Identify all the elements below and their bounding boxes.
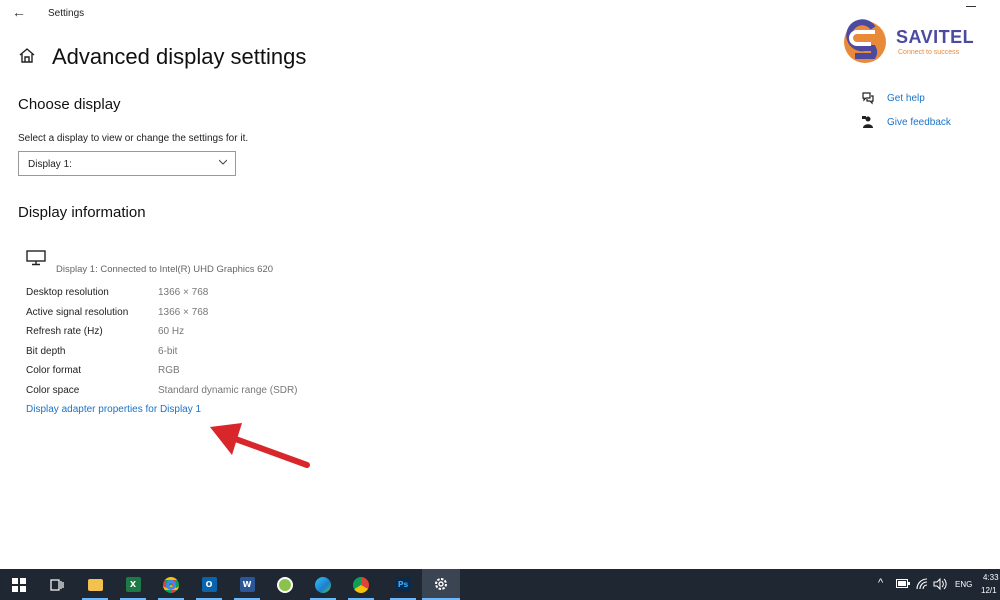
logo-name: SAVITEL [896,27,975,47]
outlook-button[interactable]: O [190,569,228,600]
info-value: 1366 × 768 [158,307,209,318]
monitor-icon [26,250,46,266]
language-indicator[interactable]: ENG [955,580,972,589]
info-label: Bit depth [26,346,66,357]
info-value: Standard dynamic range (SDR) [158,385,298,396]
file-explorer-icon [87,578,103,591]
clock-date[interactable]: 12/1 [981,586,997,595]
savitel-logo-mark [844,19,886,63]
photoshop-button[interactable]: Ps [384,569,422,600]
volume-icon[interactable] [933,578,947,590]
start-button[interactable] [0,569,38,600]
task-view-button[interactable] [38,569,76,600]
clock-time[interactable]: 4:33 [983,573,999,582]
info-value: RGB [158,365,180,376]
excel-icon: X [125,577,141,592]
window-title: Settings [48,8,85,19]
settings-button[interactable] [422,569,460,600]
info-label: Active signal resolution [26,307,129,318]
get-help-link[interactable]: Get help [887,93,925,104]
savitel-logo: SAVITEL Connect to success [843,18,993,68]
logo-tagline: Connect to success [898,49,960,56]
choose-display-heading: Choose display [18,96,121,113]
minimize-button[interactable] [966,6,976,7]
task-view-icon [50,578,64,591]
page-title: Advanced display settings [52,44,307,69]
chrome-button-2[interactable] [342,569,380,600]
photoshop-icon: Ps [395,577,411,592]
info-label: Refresh rate (Hz) [26,326,103,337]
windows-logo-icon [12,577,26,592]
home-icon[interactable] [18,46,36,66]
chrome-icon [353,576,369,593]
chrome-icon [163,576,179,593]
give-feedback-icon[interactable] [861,115,875,129]
display-select[interactable]: Display 1: [18,151,236,176]
file-explorer-button[interactable] [76,569,114,600]
info-value: 1366 × 768 [158,287,209,298]
display-connection-text: Display 1: Connected to Intel(R) UHD Gra… [56,264,274,275]
wifi-icon[interactable] [916,578,928,590]
battery-icon[interactable] [896,579,910,589]
give-feedback-link[interactable]: Give feedback [887,117,951,128]
red-arrow-icon [210,423,310,468]
chevron-up-icon[interactable]: ^ [878,577,883,589]
taskbar: X O W Ps ^ ENG 4:33 12/1 [0,569,1000,600]
app-icon [277,576,293,593]
get-help-icon[interactable] [861,91,875,105]
word-icon: W [239,577,255,592]
display-select-value: Display 1: [28,159,72,170]
settings-icon [435,577,447,590]
info-value: 60 Hz [158,326,185,337]
excel-button[interactable]: X [114,569,152,600]
chrome-button[interactable] [152,569,190,600]
info-label: Color format [26,365,82,376]
display-info-heading: Display information [18,204,146,221]
word-button[interactable]: W [228,569,266,600]
edge-icon [315,576,331,593]
app-button[interactable] [266,569,304,600]
info-value: 6-bit [158,346,178,357]
display-adapter-properties-link[interactable]: Display adapter properties for Display 1 [26,404,201,415]
info-label: Color space [26,385,80,396]
info-label: Desktop resolution [26,287,109,298]
chevron-down-icon [219,159,227,165]
outlook-icon: O [201,577,217,592]
choose-display-description: Select a display to view or change the s… [18,133,249,144]
edge-button[interactable] [304,569,342,600]
back-arrow-icon[interactable]: ← [12,4,26,20]
